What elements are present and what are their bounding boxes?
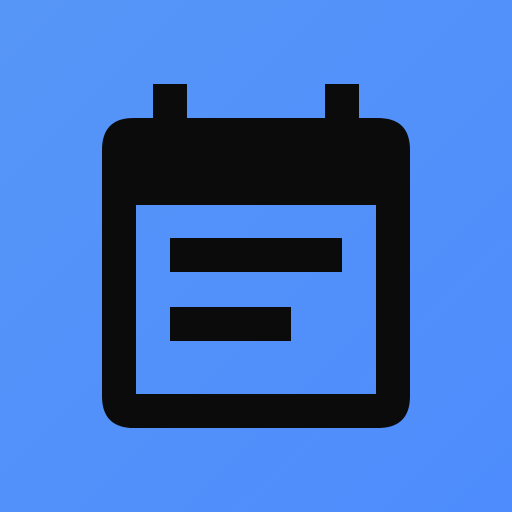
calendar-body xyxy=(102,118,410,428)
calendar-note-line-long xyxy=(170,238,342,272)
calendar-notes-icon xyxy=(102,84,410,428)
calendar-note-line-short xyxy=(170,307,291,341)
app-icon-canvas xyxy=(0,0,512,512)
